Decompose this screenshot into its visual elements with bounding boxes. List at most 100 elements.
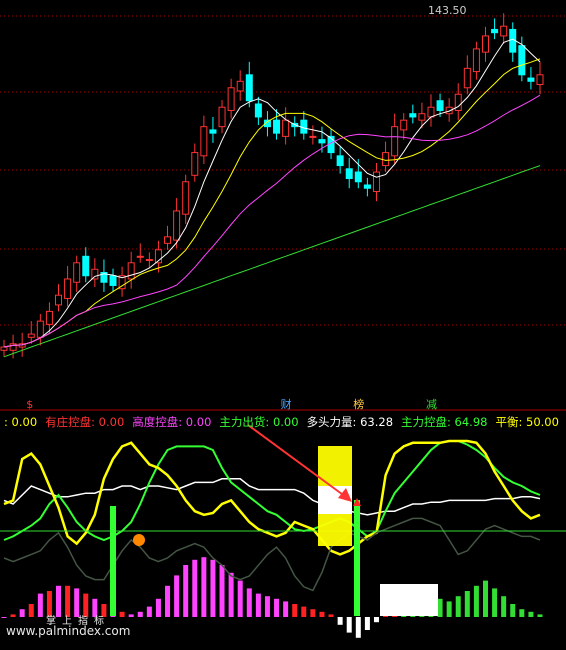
candle-down — [109, 275, 117, 286]
price-moving-averages — [3, 38, 541, 358]
candle-up — [382, 152, 390, 167]
legend-item: 平衡: 50.00 — [495, 415, 559, 429]
candle-up — [55, 294, 63, 306]
ma20-line — [3, 94, 541, 348]
candle-up — [64, 278, 72, 299]
indicator-bar — [364, 617, 370, 630]
candle-down — [527, 77, 535, 82]
indicator-bar — [437, 598, 443, 617]
indicator-line-2 — [3, 439, 541, 556]
signal-badge: 减 — [425, 398, 437, 411]
indicator-bar — [155, 598, 161, 617]
candle-down — [354, 171, 362, 183]
legend-item: 有庄控盘: 0.00 — [45, 415, 125, 429]
candle-up — [236, 80, 244, 92]
candle-up — [182, 181, 190, 215]
legend-item: 高度控盘: 0.00 — [132, 415, 212, 429]
indicator-bar — [246, 588, 252, 617]
indicator-bar — [528, 611, 534, 617]
indicator-bar — [237, 580, 243, 617]
candle-down — [209, 129, 217, 134]
signal-badge: 榜 — [353, 398, 365, 411]
indicator-bar — [255, 593, 261, 617]
candle-up — [136, 255, 144, 258]
annotations — [110, 424, 438, 616]
signal-badge: $ — [26, 398, 34, 411]
candle-up — [145, 259, 153, 262]
indicator-bar — [219, 565, 225, 617]
indicator-line-0 — [3, 478, 541, 516]
indicator-bar — [146, 606, 152, 617]
indicator-bar — [473, 585, 479, 617]
candle-up — [164, 236, 172, 244]
indicator-bar — [210, 559, 216, 617]
peak-price-label: 143.50 — [428, 4, 467, 17]
indicator-bar — [510, 604, 516, 617]
candle-down — [82, 255, 90, 277]
indicator-bar — [228, 572, 234, 617]
candle-down — [254, 103, 262, 118]
candle-up — [218, 106, 226, 128]
indicator-line-1 — [3, 440, 541, 542]
indicator-bar — [137, 611, 143, 617]
indicator-bar — [355, 617, 361, 638]
candle-down — [518, 45, 526, 76]
watermark-url: www.palmindex.com — [6, 624, 131, 638]
indicator-bar — [165, 585, 171, 617]
candle-up — [173, 210, 181, 241]
indicator-bar — [519, 609, 525, 617]
candle-up — [372, 171, 380, 192]
candle-down — [436, 100, 444, 111]
candle-down — [300, 119, 308, 134]
indicator-bar — [492, 588, 498, 617]
indicator-bar — [501, 596, 507, 617]
indicator-bar — [310, 609, 316, 617]
candle-up — [91, 268, 99, 280]
candle-up — [9, 343, 17, 351]
indicator-bar — [464, 591, 470, 617]
ma5-line — [3, 38, 541, 348]
price-candles — [0, 13, 544, 359]
candle-up — [391, 126, 399, 157]
white-block — [380, 584, 438, 616]
indicator-bar — [283, 601, 289, 617]
candle-up — [282, 119, 290, 137]
candle-down — [318, 139, 326, 144]
indicator-bar — [328, 614, 334, 617]
indicator-bar — [28, 604, 34, 617]
candle-up — [0, 346, 8, 351]
indicator-bar — [301, 606, 307, 617]
indicator-bar — [319, 611, 325, 617]
candle-up — [200, 126, 208, 157]
legend-item: 多头力量: 63.28 — [306, 415, 394, 429]
candle-up — [73, 262, 81, 283]
indicator-bar — [274, 598, 280, 617]
indicator-bar — [482, 580, 488, 617]
candle-up — [536, 74, 544, 86]
chart-canvas — [0, 13, 566, 638]
indicator-bar — [128, 614, 134, 617]
indicator-bar — [201, 557, 207, 617]
legend-item: 主力控盘: 64.98 — [401, 415, 488, 429]
candle-down — [409, 113, 417, 118]
indicator-bar — [337, 617, 343, 625]
indicator-bar — [19, 609, 25, 617]
candle-up — [45, 310, 53, 325]
candle-up — [309, 135, 317, 138]
candle-down — [336, 155, 344, 167]
candle-down — [345, 168, 353, 180]
indicator-bar — [192, 559, 198, 617]
candle-up — [227, 87, 235, 111]
candle-up — [191, 152, 199, 176]
candle-up — [27, 333, 35, 338]
signal-badge: 财 — [280, 398, 292, 411]
indicator-bar — [446, 601, 452, 617]
indicator-bar — [292, 604, 298, 617]
indicator-bar — [346, 617, 352, 633]
candle-up — [36, 320, 44, 338]
indicator-legend: : 0.00 有庄控盘: 0.00 高度控盘: 0.00 主力出货: 0.00 多头力量… — [0, 414, 566, 430]
indicator-bar — [264, 596, 270, 617]
signal-bar-green — [110, 506, 116, 616]
indicator-bar — [183, 565, 189, 617]
candle-up — [481, 35, 489, 53]
